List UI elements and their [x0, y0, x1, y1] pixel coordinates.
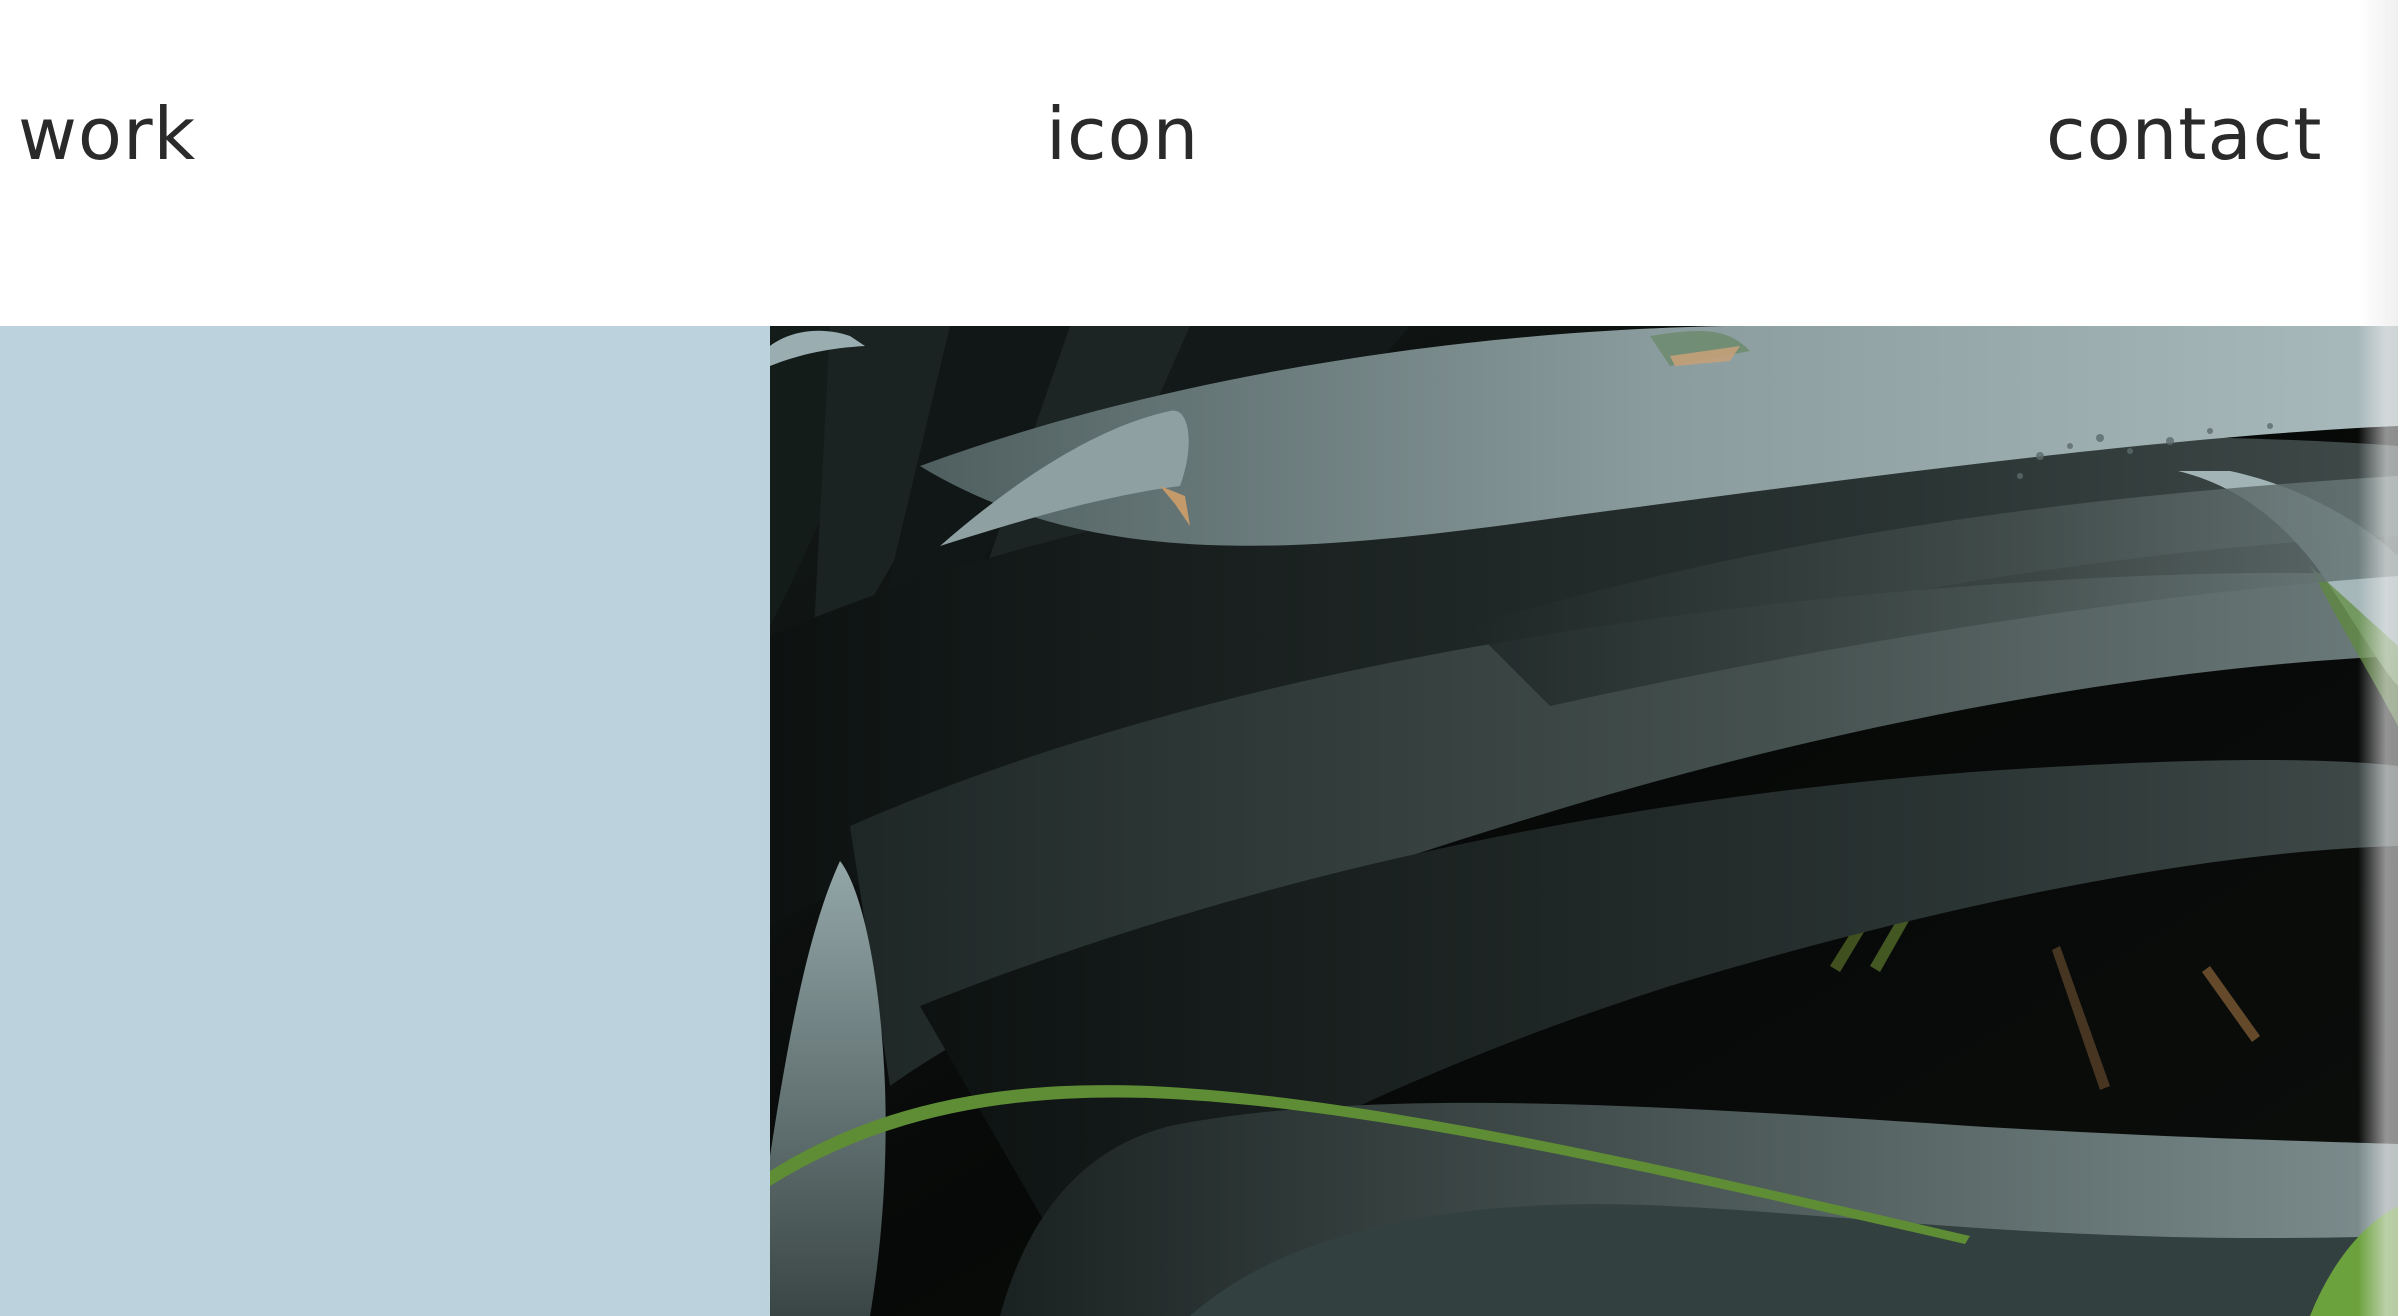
- nav-link-icon[interactable]: icon: [1046, 98, 1199, 170]
- plant-photo: [770, 326, 2398, 1316]
- nav-link-contact[interactable]: contact: [2046, 98, 2322, 170]
- nav-link-work[interactable]: work: [18, 98, 196, 170]
- plant-photo-image: [770, 326, 2398, 1316]
- scrollbar-edge: [2358, 0, 2398, 1316]
- page: work icon contact: [0, 0, 2398, 1316]
- site-header: work icon contact: [0, 0, 2398, 326]
- blue-color-panel: [0, 326, 770, 1316]
